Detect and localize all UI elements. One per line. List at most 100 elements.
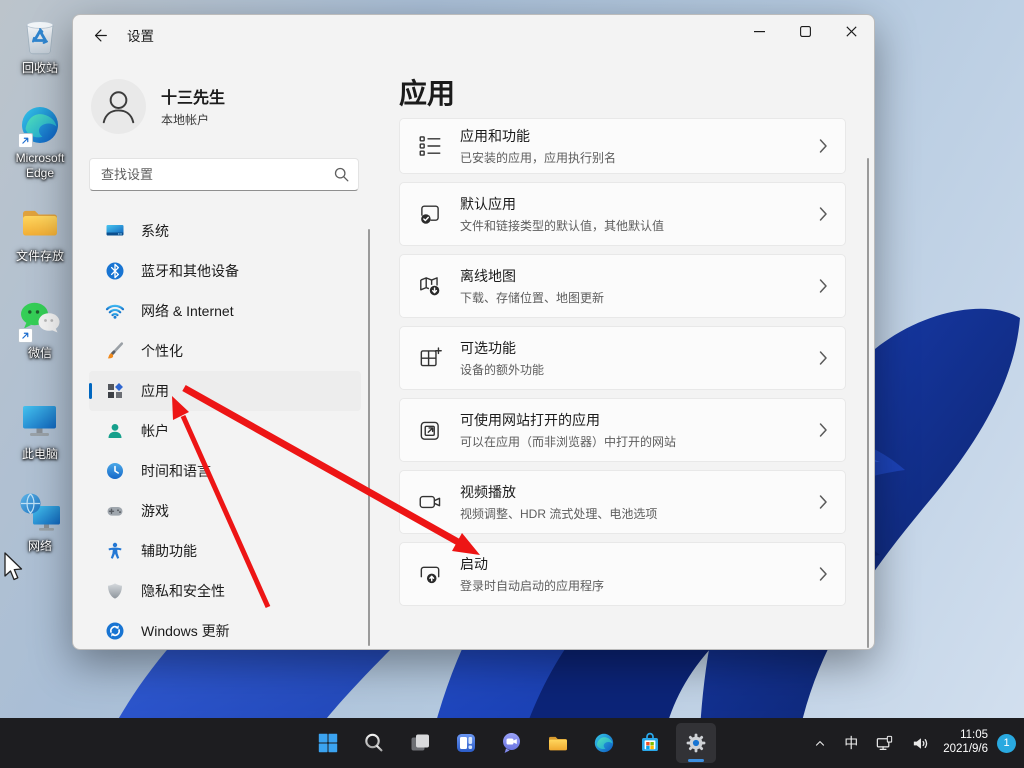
- taskbar-widgets-button[interactable]: [446, 723, 486, 763]
- sidebar-item-gaming[interactable]: 游戏: [89, 491, 361, 531]
- window-controls: [736, 15, 874, 47]
- network-tray-icon: [876, 735, 893, 750]
- accent-pill: [89, 383, 92, 399]
- sidebar-item-time-language[interactable]: 时间和语言: [89, 451, 361, 491]
- page-title: 应用: [399, 78, 456, 109]
- taskbar: 中 11:05 2021/9/6 1: [0, 718, 1024, 768]
- search-input[interactable]: [90, 159, 358, 190]
- web-apps-icon: [417, 417, 443, 443]
- store-icon: [638, 731, 662, 755]
- taskbar-store-button[interactable]: [630, 723, 670, 763]
- notification-badge[interactable]: 1: [997, 733, 1016, 753]
- sidebar-item-label: 辅助功能: [141, 543, 197, 559]
- close-button[interactable]: [828, 15, 874, 47]
- sidebar-item-label: 系统: [141, 223, 169, 239]
- taskbar-chat-button[interactable]: [492, 723, 532, 763]
- card-title: 离线地图: [460, 268, 516, 284]
- back-arrow-icon: [94, 29, 107, 42]
- tray-chevron-button[interactable]: [809, 732, 831, 754]
- taskbar-task-view-button[interactable]: [400, 723, 440, 763]
- desktop-icon-wechat[interactable]: 微信: [2, 297, 78, 361]
- system-tray: 中 11:05 2021/9/6 1: [809, 718, 1016, 768]
- sidebar-item-network-internet[interactable]: 网络 & Internet: [89, 291, 361, 331]
- minimize-icon: [753, 30, 765, 32]
- card-apps-features[interactable]: 应用和功能 已安装的应用，应用执行别名: [399, 118, 846, 174]
- chat-icon: [500, 731, 524, 755]
- card-title: 视频播放: [460, 484, 516, 500]
- recycle-bin-icon: [17, 12, 63, 58]
- minimize-button[interactable]: [736, 15, 782, 47]
- desktop-icon-folder-desktop[interactable]: 文件存放: [2, 200, 78, 264]
- start-icon: [316, 731, 340, 755]
- card-web-apps[interactable]: 可使用网站打开的应用 可以在应用（而非浏览器）中打开的网站: [399, 398, 846, 462]
- accounts-icon: [105, 421, 125, 441]
- settings-nav: 系统蓝牙和其他设备 网络 & Internet 个性化 应用帐户时间和语言 游戏辅助功能…: [89, 211, 361, 649]
- sidebar-item-windows-update[interactable]: Windows 更新: [89, 611, 361, 649]
- windows-update-icon: [105, 621, 125, 641]
- taskbar-buttons: [308, 723, 716, 763]
- taskbar-edge-taskbar-button[interactable]: [584, 723, 624, 763]
- folder-desktop-icon: [17, 200, 63, 246]
- sidebar-item-apps[interactable]: 应用: [89, 371, 361, 411]
- gaming-icon: [105, 501, 125, 521]
- sidebar-item-accounts[interactable]: 帐户: [89, 411, 361, 451]
- taskbar-file-explorer-button[interactable]: [538, 723, 578, 763]
- card-subtitle: 设备的额外功能: [460, 363, 545, 377]
- desktop-icon-network-desktop[interactable]: 网络: [2, 490, 78, 554]
- user-block: 十三先生 本地帐户: [91, 76, 361, 136]
- mouse-cursor: [4, 552, 23, 581]
- desktop-icon-this-pc[interactable]: 此电脑: [2, 398, 78, 462]
- card-texts: 可选功能 设备的额外功能: [460, 338, 544, 378]
- back-button[interactable]: [83, 20, 117, 50]
- search-icon: [334, 167, 349, 182]
- card-texts: 默认应用 文件和链接类型的默认值，其他默认值: [460, 194, 664, 234]
- shortcut-arrow-icon: [18, 133, 33, 148]
- taskbar-settings-button[interactable]: [676, 723, 716, 763]
- settings-card-list: 应用和功能 已安装的应用，应用执行别名默认应用 文件和链接类型的默认值，其他默认值离…: [399, 118, 846, 614]
- taskbar-search-button[interactable]: [354, 723, 394, 763]
- network-tray-button[interactable]: [871, 730, 898, 757]
- maximize-button[interactable]: [782, 15, 828, 47]
- taskbar-start-button[interactable]: [308, 723, 348, 763]
- network-internet-icon: [105, 301, 125, 321]
- video-playback-icon: [417, 489, 443, 515]
- close-icon: [845, 25, 857, 37]
- sidebar-item-label: 帐户: [141, 423, 169, 439]
- desktop-icon-edge-desktop[interactable]: Microsoft Edge: [2, 102, 78, 181]
- time-language-icon: [105, 461, 125, 481]
- sidebar-item-privacy[interactable]: 隐私和安全性: [89, 571, 361, 611]
- settings-icon: [684, 731, 708, 755]
- task-view-icon: [408, 731, 432, 755]
- volume-icon: [914, 737, 928, 749]
- desktop-icon-recycle-bin[interactable]: 回收站: [2, 12, 78, 76]
- sidebar-item-accessibility[interactable]: 辅助功能: [89, 531, 361, 571]
- chevron-right-icon: [819, 139, 828, 154]
- maximize-icon: [799, 25, 811, 37]
- accessibility-icon: [105, 541, 125, 561]
- card-texts: 可使用网站打开的应用 可以在应用（而非浏览器）中打开的网站: [460, 410, 676, 450]
- card-video-playback[interactable]: 视频播放视频调整、HDR 流式处理、电池选项: [399, 470, 846, 534]
- card-default-apps[interactable]: 默认应用 文件和链接类型的默认值，其他默认值: [399, 182, 846, 246]
- bluetooth-icon: [105, 261, 125, 281]
- sidebar-item-personalization[interactable]: 个性化: [89, 331, 361, 371]
- volume-button[interactable]: [907, 730, 934, 757]
- widgets-icon: [454, 731, 478, 755]
- sidebar-item-bluetooth[interactable]: 蓝牙和其他设备: [89, 251, 361, 291]
- sidebar-scrollbar[interactable]: [368, 229, 370, 646]
- card-offline-maps[interactable]: 离线地图 下载、存储位置、地图更新: [399, 254, 846, 318]
- desktop-icon-label: Microsoft Edge: [15, 151, 65, 180]
- card-subtitle: 视频调整、HDR 流式处理、电池选项: [460, 507, 658, 521]
- content-scrollbar[interactable]: [867, 158, 869, 648]
- card-startup[interactable]: 启动 登录时自动启动的应用程序: [399, 542, 846, 606]
- card-subtitle: 文件和链接类型的默认值，其他默认值: [460, 219, 665, 233]
- chevron-right-icon: [819, 567, 828, 582]
- edge-desktop-icon: [17, 102, 63, 148]
- sidebar-item-system[interactable]: 系统: [89, 211, 361, 251]
- card-optional-features[interactable]: 可选功能 设备的额外功能: [399, 326, 846, 390]
- edge-taskbar-icon: [592, 731, 616, 755]
- window-title: 设置: [127, 29, 154, 44]
- search-icon: [362, 731, 386, 755]
- card-texts: 启动 登录时自动启动的应用程序: [460, 554, 604, 594]
- tray-clock[interactable]: 11:05 2021/9/6: [943, 729, 988, 757]
- ime-indicator[interactable]: 中: [840, 729, 862, 757]
